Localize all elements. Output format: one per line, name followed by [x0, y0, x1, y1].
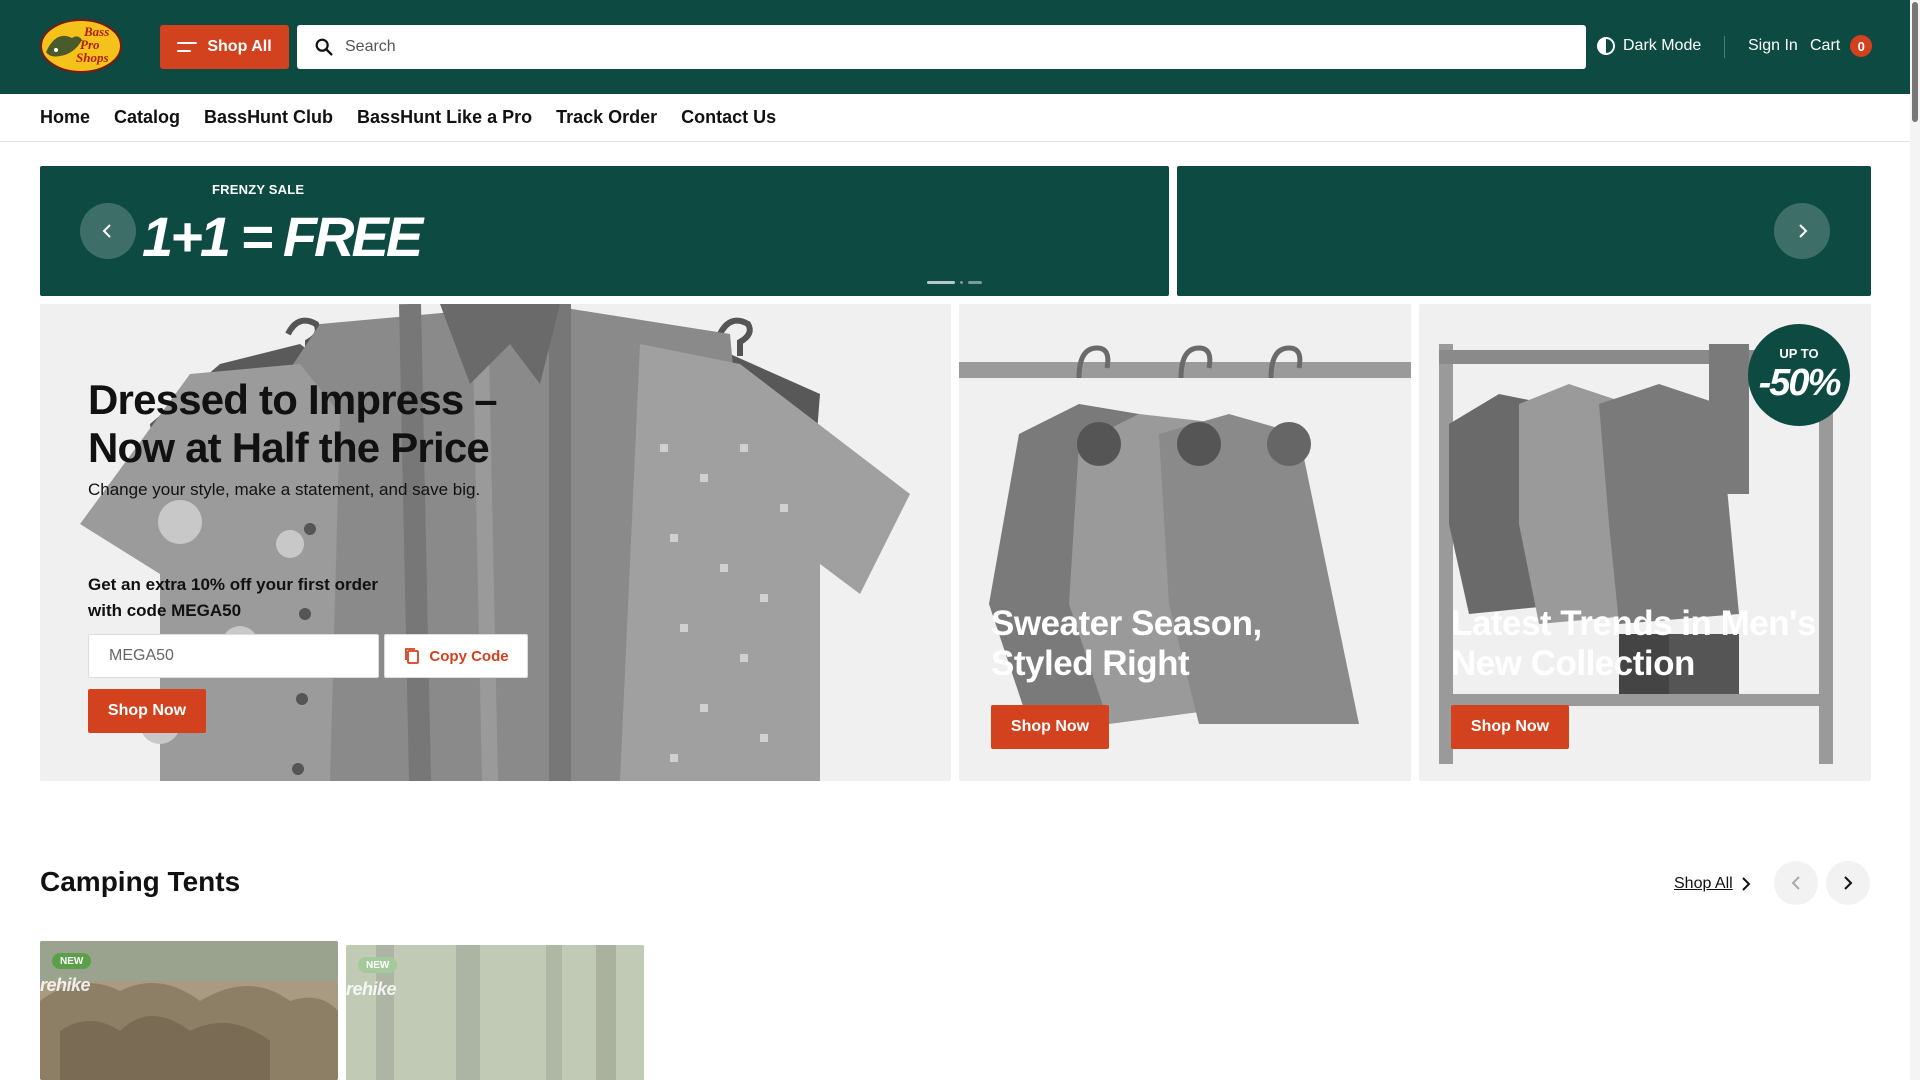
banner-kicker: FRENZY SALE [212, 182, 305, 197]
header-divider [1724, 36, 1725, 58]
promo-main-shop-now-button[interactable]: Shop Now [88, 689, 206, 733]
cart-count-badge: 0 [1850, 35, 1873, 57]
sweater-title-line1: Sweater Season, [991, 604, 1262, 643]
carousel-dot-1[interactable] [927, 281, 955, 284]
search-icon [315, 38, 333, 56]
mens-title-line2: New Collection [1451, 644, 1695, 683]
mens-title: Latest Trends in Men's New Collection [1451, 604, 1816, 684]
mens-shop-now-button[interactable]: Shop Now [1451, 705, 1569, 749]
camping-next-button[interactable] [1826, 861, 1870, 905]
carousel-dot-2[interactable] [960, 281, 963, 284]
shop-all-label: Shop All [207, 38, 272, 55]
top-header: Bass Pro Shops Shop All Dark Mode Sign I… [0, 0, 1910, 94]
promo-main-title: Dressed to Impress – Now at Half the Pri… [88, 376, 548, 472]
brand-mark: rehike [346, 979, 397, 999]
chevron-right-icon [1799, 224, 1808, 238]
search-input[interactable] [345, 27, 1586, 67]
promo-dressed-to-impress: Dressed to Impress – Now at Half the Pri… [40, 304, 951, 781]
promo-banner[interactable]: FRENZY SALE 1+1 = FREE [40, 166, 1169, 296]
sweater-title: Sweater Season, Styled Right [991, 604, 1262, 684]
main-nav: Home Catalog BassHunt Club BassHunt Like… [0, 94, 1910, 142]
contrast-icon [1597, 37, 1615, 55]
chevron-right-icon [1844, 876, 1853, 890]
camping-shop-all-link[interactable]: Shop All [1674, 875, 1751, 893]
sweater-title-line2: Styled Right [991, 644, 1190, 683]
brand-mark: rehike [40, 975, 91, 995]
bass-pro-shops-logo[interactable]: Bass Pro Shops [40, 18, 122, 74]
svg-text:Shops: Shops [76, 50, 109, 65]
camping-prev-button[interactable] [1774, 861, 1818, 905]
nav-item-track-order[interactable]: Track Order [556, 107, 657, 128]
copy-icon [405, 648, 420, 664]
nav-item-basshunt-club[interactable]: BassHunt Club [204, 107, 333, 128]
promo-banner-next[interactable] [1177, 166, 1871, 296]
scrollbar-thumb[interactable] [1912, 2, 1918, 122]
sweater-shop-now-button[interactable]: Shop Now [991, 705, 1109, 749]
promo-mens-collection: UP TO -50% Latest Trends in Men's New Co… [1419, 304, 1871, 781]
product-card[interactable]: NEW rehike [346, 945, 644, 1080]
section-title-camping-tents: Camping Tents [40, 866, 241, 897]
nav-item-catalog[interactable]: Catalog [114, 107, 180, 128]
cart-button[interactable]: Cart 0 [1810, 35, 1873, 57]
search-bar[interactable] [297, 25, 1586, 69]
banner-next-button[interactable] [1774, 203, 1830, 259]
shop-all-button[interactable]: Shop All [160, 25, 289, 69]
promo-offer-text: Get an extra 10% off your first order wi… [88, 572, 388, 624]
promo-main-subtitle: Change your style, make a statement, and… [88, 480, 481, 499]
promo-offer-line2: with code MEGA50 [88, 601, 242, 620]
cart-label: Cart [1810, 37, 1841, 54]
new-badge: NEW [358, 957, 398, 973]
copy-code-button[interactable]: Copy Code [384, 634, 528, 678]
promo-main-title-line1: Dressed to Impress – [88, 376, 498, 423]
dark-mode-label: Dark Mode [1623, 37, 1702, 54]
banner-prev-button[interactable] [80, 203, 136, 259]
promo-sweater-season: Sweater Season, Styled Right Shop Now [959, 304, 1411, 781]
product-card[interactable]: NEW rehike [40, 941, 338, 1080]
chevron-left-icon [102, 224, 111, 238]
carousel-dot-3[interactable] [968, 281, 982, 284]
sign-in-link[interactable]: Sign In [1748, 37, 1798, 55]
promo-offer-line1: Get an extra 10% off your first order [88, 575, 379, 594]
nav-item-contact-us[interactable]: Contact Us [681, 107, 776, 128]
page-scrollbar[interactable] [1910, 0, 1920, 1080]
dark-mode-toggle[interactable]: Dark Mode [1596, 36, 1701, 56]
sale-badge-percent: -50% [1758, 362, 1842, 404]
menu-icon [177, 42, 198, 52]
new-badge: NEW [52, 953, 92, 969]
nav-item-home[interactable]: Home [40, 107, 90, 128]
mens-title-line1: Latest Trends in Men's [1451, 604, 1816, 643]
banner-headline: 1+1 = FREE [142, 205, 423, 268]
promo-code-field[interactable] [88, 634, 379, 678]
copy-code-label: Copy Code [429, 647, 509, 665]
chevron-left-icon [1791, 876, 1800, 890]
carousel-dots [927, 281, 982, 284]
camping-shop-all-label: Shop All [1674, 875, 1733, 892]
chevron-right-icon [1742, 877, 1751, 891]
sale-badge-up-to: UP TO [1779, 346, 1819, 361]
nav-item-basshunt-like-a-pro[interactable]: BassHunt Like a Pro [357, 107, 532, 128]
promo-main-title-line2: Now at Half the Price [88, 424, 490, 471]
sale-badge: UP TO -50% [1748, 324, 1850, 426]
